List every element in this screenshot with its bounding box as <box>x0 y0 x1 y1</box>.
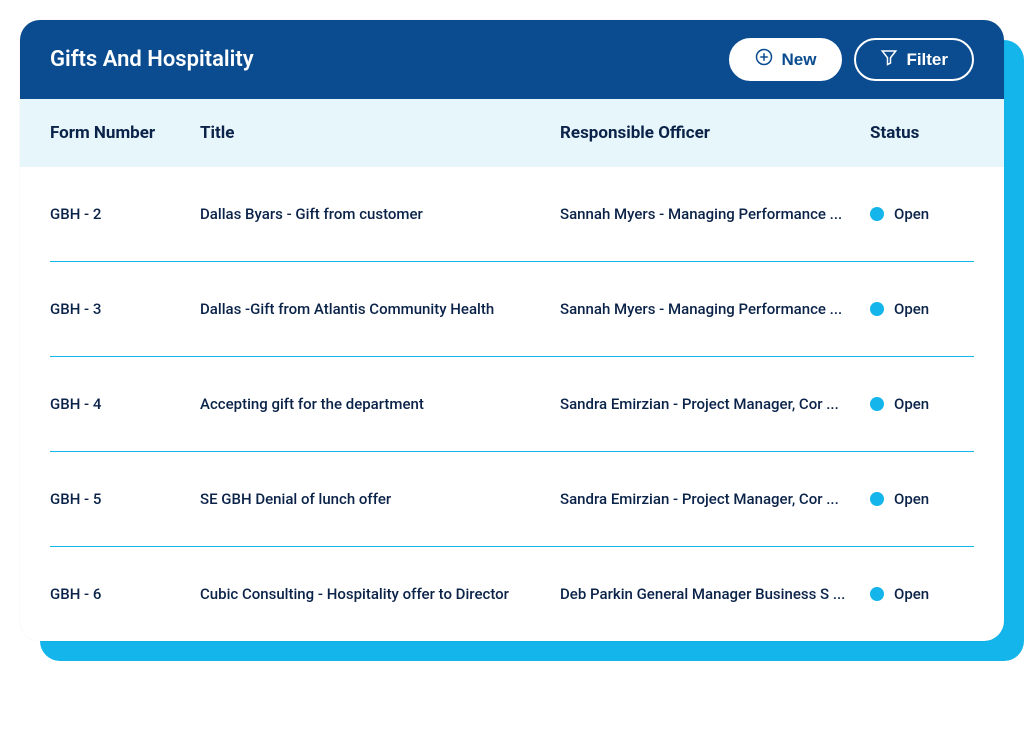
table-header-row: Form Number Title Responsible Officer St… <box>20 99 1004 167</box>
cell-form-number: GBH - 2 <box>50 205 200 223</box>
new-button-label: New <box>781 50 816 70</box>
cell-title: Cubic Consulting - Hospitality offer to … <box>200 585 560 603</box>
main-panel: Gifts And Hospitality New <box>20 20 1004 641</box>
cell-form-number: GBH - 3 <box>50 300 200 318</box>
panel-header: Gifts And Hospitality New <box>20 20 1004 99</box>
table-row[interactable]: GBH - 4 Accepting gift for the departmen… <box>50 357 974 452</box>
cell-officer: Sannah Myers - Managing Performance ... <box>560 205 870 223</box>
cell-form-number: GBH - 6 <box>50 585 200 603</box>
status-dot-icon <box>870 397 884 411</box>
header-actions: New Filter <box>729 38 974 81</box>
column-header-status[interactable]: Status <box>870 123 970 143</box>
cell-status: Open <box>870 395 970 413</box>
status-label: Open <box>894 395 929 413</box>
table-row[interactable]: GBH - 2 Dallas Byars - Gift from custome… <box>50 167 974 262</box>
cell-form-number: GBH - 4 <box>50 395 200 413</box>
status-label: Open <box>894 585 929 603</box>
filter-icon <box>880 48 898 71</box>
column-header-form[interactable]: Form Number <box>50 123 200 143</box>
cell-officer: Sannah Myers - Managing Performance ... <box>560 300 870 318</box>
status-label: Open <box>894 490 929 508</box>
status-label: Open <box>894 205 929 223</box>
new-button[interactable]: New <box>729 38 842 81</box>
table-row[interactable]: GBH - 3 Dallas -Gift from Atlantis Commu… <box>50 262 974 357</box>
status-dot-icon <box>870 302 884 316</box>
cell-status: Open <box>870 300 970 318</box>
cell-title: Dallas -Gift from Atlantis Community Hea… <box>200 300 560 318</box>
cell-status: Open <box>870 205 970 223</box>
cell-title: SE GBH Denial of lunch offer <box>200 490 560 508</box>
status-dot-icon <box>870 587 884 601</box>
status-label: Open <box>894 300 929 318</box>
status-dot-icon <box>870 207 884 221</box>
column-header-officer[interactable]: Responsible Officer <box>560 123 870 143</box>
filter-button[interactable]: Filter <box>854 38 974 81</box>
cell-title: Dallas Byars - Gift from customer <box>200 205 560 223</box>
cell-title: Accepting gift for the department <box>200 395 560 413</box>
cell-officer: Sandra Emirzian - Project Manager, Cor .… <box>560 490 870 508</box>
cell-officer: Deb Parkin General Manager Business S ..… <box>560 585 870 603</box>
table-row[interactable]: GBH - 5 SE GBH Denial of lunch offer San… <box>50 452 974 547</box>
page-title: Gifts And Hospitality <box>50 47 254 72</box>
data-table: Form Number Title Responsible Officer St… <box>20 99 1004 641</box>
filter-button-label: Filter <box>906 50 948 70</box>
status-dot-icon <box>870 492 884 506</box>
table-row[interactable]: GBH - 6 Cubic Consulting - Hospitality o… <box>50 547 974 641</box>
plus-circle-icon <box>755 48 773 71</box>
cell-officer: Sandra Emirzian - Project Manager, Cor .… <box>560 395 870 413</box>
cell-status: Open <box>870 585 970 603</box>
table-body: GBH - 2 Dallas Byars - Gift from custome… <box>20 167 1004 641</box>
cell-status: Open <box>870 490 970 508</box>
cell-form-number: GBH - 5 <box>50 490 200 508</box>
column-header-title[interactable]: Title <box>200 123 560 143</box>
